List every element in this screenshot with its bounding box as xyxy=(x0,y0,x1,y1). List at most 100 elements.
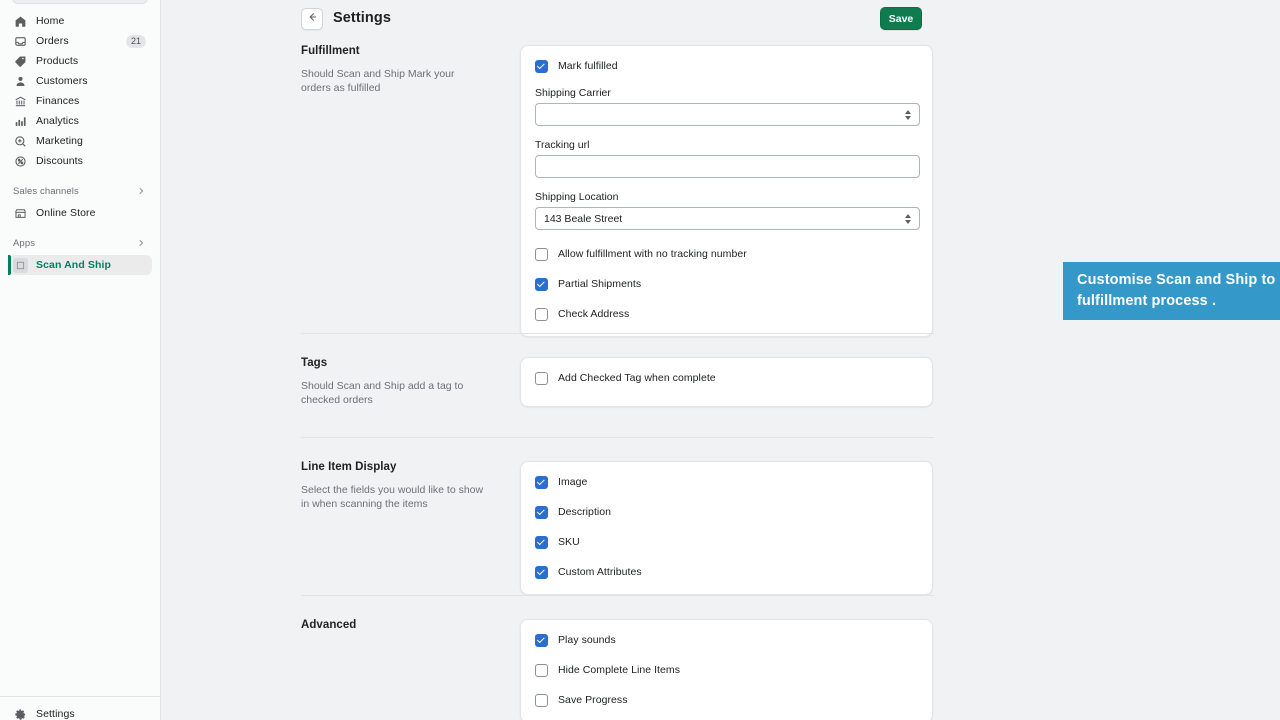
checkbox-label: Add Checked Tag when complete xyxy=(558,372,716,384)
checkbox-checked-icon[interactable] xyxy=(535,476,548,489)
discounts-icon xyxy=(13,154,28,169)
page-title: Settings xyxy=(333,10,391,26)
sidebar-item-scan-and-ship[interactable]: Scan And Ship xyxy=(8,255,152,275)
section-title: Advanced xyxy=(301,619,500,631)
sidebar-footer: Settings xyxy=(0,696,160,720)
checkbox-row[interactable]: SKU xyxy=(535,534,918,550)
checkbox-unchecked-icon[interactable] xyxy=(535,372,548,385)
section-title: Fulfillment xyxy=(301,45,500,57)
checkbox-checked-icon[interactable] xyxy=(535,634,548,647)
checkbox-row[interactable]: Hide Complete Line Items xyxy=(535,662,918,678)
analytics-icon xyxy=(13,114,28,129)
checkbox-row[interactable]: Play sounds xyxy=(535,632,918,648)
settings-section-line-item-display: Line Item Display Select the fields you w… xyxy=(161,461,1280,595)
sidebar-group-label: Sales channels xyxy=(13,186,79,197)
checkbox-label: SKU xyxy=(558,536,580,548)
sidebar-item-finances[interactable]: Finances xyxy=(8,91,152,111)
checkbox-row[interactable]: Check Address xyxy=(535,306,918,322)
sidebar-item-label: Analytics xyxy=(36,111,79,131)
checkbox-row[interactable]: Description xyxy=(535,504,918,520)
checkbox-row[interactable]: Image xyxy=(535,474,918,490)
checkbox-label: Custom Attributes xyxy=(558,566,642,578)
settings-section-tags: TagsShould Scan and Ship add a tag to ch… xyxy=(161,357,1280,407)
settings-section-advanced: Advanced Play sounds Hide Complete Line It… xyxy=(161,619,1280,720)
text-input[interactable] xyxy=(535,155,920,178)
stepper-arrows-icon[interactable] xyxy=(905,110,911,120)
section-description-column: Advanced xyxy=(301,619,520,720)
checkbox-checked-icon[interactable] xyxy=(535,60,548,73)
checkbox-row[interactable]: Custom Attributes xyxy=(535,564,918,580)
checkbox-unchecked-icon[interactable] xyxy=(535,248,548,261)
sidebar-item-label: Finances xyxy=(36,91,79,111)
stepper-arrows-icon[interactable] xyxy=(905,214,911,224)
checkbox-row[interactable]: Save Progress xyxy=(535,692,918,708)
select-dropdown[interactable] xyxy=(535,103,920,126)
arrow-left-icon xyxy=(306,10,318,28)
orders-badge: 21 xyxy=(126,35,146,48)
sidebar-item-label: Discounts xyxy=(36,151,83,171)
checkbox-label: Mark fulfilled xyxy=(558,60,618,72)
sidebar-item-label: Online Store xyxy=(36,203,96,223)
form-field: Tracking url xyxy=(535,139,918,178)
checkbox-label: Hide Complete Line Items xyxy=(558,664,680,676)
checkbox-label: Allow fulfillment with no tracking numbe… xyxy=(558,248,747,260)
sidebar-item-marketing[interactable]: Marketing xyxy=(8,131,152,151)
section-description-column: Line Item Display Select the fields you w… xyxy=(301,461,520,595)
checkbox-unchecked-icon[interactable] xyxy=(535,694,548,707)
sidebar-item-orders[interactable]: Orders 21 xyxy=(8,31,152,51)
back-button[interactable] xyxy=(301,8,323,30)
checkbox-row[interactable]: Add Checked Tag when complete xyxy=(535,370,918,386)
sidebar-group-sales-channels[interactable]: Sales channels xyxy=(8,181,152,201)
select-value: 143 Beale Street xyxy=(544,213,622,225)
section-divider xyxy=(301,333,934,334)
checkbox-label: Check Address xyxy=(558,308,629,320)
main-content: Settings Save FulfillmentShould Scan and… xyxy=(161,0,1280,720)
checkbox-unchecked-icon[interactable] xyxy=(535,308,548,321)
checkbox-row[interactable]: Mark fulfilled xyxy=(535,58,918,74)
checkbox-row[interactable]: Partial Shipments xyxy=(535,276,918,292)
marketing-icon xyxy=(13,134,28,149)
save-button[interactable]: Save xyxy=(880,7,922,30)
settings-sections: FulfillmentShould Scan and Ship Mark you… xyxy=(161,38,1280,720)
checkbox-checked-icon[interactable] xyxy=(535,278,548,291)
checkbox-checked-icon[interactable] xyxy=(535,536,548,549)
sidebar-item-online-store[interactable]: Online Store xyxy=(8,203,152,223)
checkbox-checked-icon[interactable] xyxy=(535,506,548,519)
sidebar-item-analytics[interactable]: Analytics xyxy=(8,111,152,131)
section-title: Tags xyxy=(301,357,500,369)
section-card: Add Checked Tag when complete xyxy=(520,357,933,407)
checkbox-label: Save Progress xyxy=(558,694,628,706)
store-icon xyxy=(13,206,28,221)
section-title: Line Item Display xyxy=(301,461,500,473)
section-card: Image Description SKU Custom Attributes xyxy=(520,461,933,595)
sidebar-group-apps[interactable]: Apps xyxy=(8,233,152,253)
sidebar-item-settings[interactable]: Settings xyxy=(8,704,152,720)
sidebar-item-label: Customers xyxy=(36,71,88,91)
sidebar-item-products[interactable]: Products xyxy=(8,51,152,71)
select-dropdown[interactable]: 143 Beale Street xyxy=(535,207,920,230)
sidebar-item-discounts[interactable]: Discounts xyxy=(8,151,152,171)
section-description-column: FulfillmentShould Scan and Ship Mark you… xyxy=(301,45,520,337)
checkbox-row[interactable]: Allow fulfillment with no tracking numbe… xyxy=(535,246,918,262)
sidebar-item-label: Scan And Ship xyxy=(36,255,111,275)
checkbox-checked-icon[interactable] xyxy=(535,566,548,579)
gear-icon xyxy=(13,707,28,720)
sidebar-item-home[interactable]: Home xyxy=(8,11,152,31)
section-description: Select the fields you would like to show… xyxy=(301,484,486,511)
checkbox-label: Description xyxy=(558,506,611,518)
app-icon xyxy=(13,258,28,273)
finances-icon xyxy=(13,94,28,109)
chevron-right-icon xyxy=(136,238,146,248)
sidebar-group-label: Apps xyxy=(13,238,35,249)
sidebar-search-input[interactable] xyxy=(12,0,148,4)
spacer xyxy=(535,230,918,246)
sidebar-item-customers[interactable]: Customers xyxy=(8,71,152,91)
checkbox-label: Partial Shipments xyxy=(558,278,641,290)
sidebar-item-label: Home xyxy=(36,11,64,31)
products-icon xyxy=(13,54,28,69)
page-header: Settings Save xyxy=(161,0,1280,38)
section-description-column: TagsShould Scan and Ship add a tag to ch… xyxy=(301,357,520,407)
sidebar-item-label: Marketing xyxy=(36,131,83,151)
checkbox-unchecked-icon[interactable] xyxy=(535,664,548,677)
chevron-right-icon xyxy=(136,186,146,196)
